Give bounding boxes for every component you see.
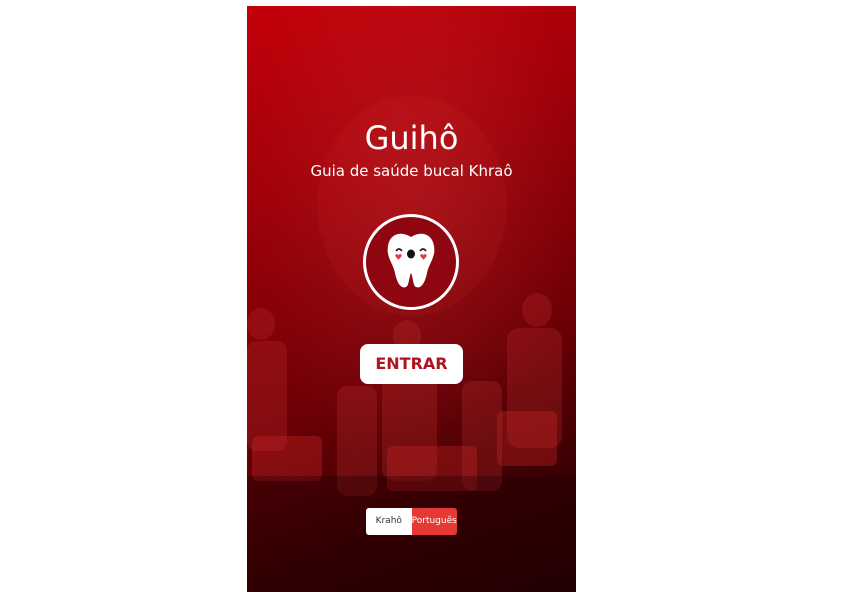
language-option-portugues[interactable]: Português xyxy=(411,508,457,535)
tooth-mascot-icon xyxy=(387,233,435,288)
language-toggle: Krahô Português xyxy=(366,508,457,535)
app-subtitle: Guia de saúde bucal Khraô xyxy=(310,162,513,180)
app-logo xyxy=(363,214,459,310)
enter-button[interactable]: ENTRAR xyxy=(360,344,463,384)
app-title: Guihô xyxy=(364,119,459,157)
language-option-kraho[interactable]: Krahô xyxy=(366,508,412,535)
welcome-screen: Guihô Guia de saúde bucal Khraô ENTRAR K… xyxy=(247,6,576,592)
